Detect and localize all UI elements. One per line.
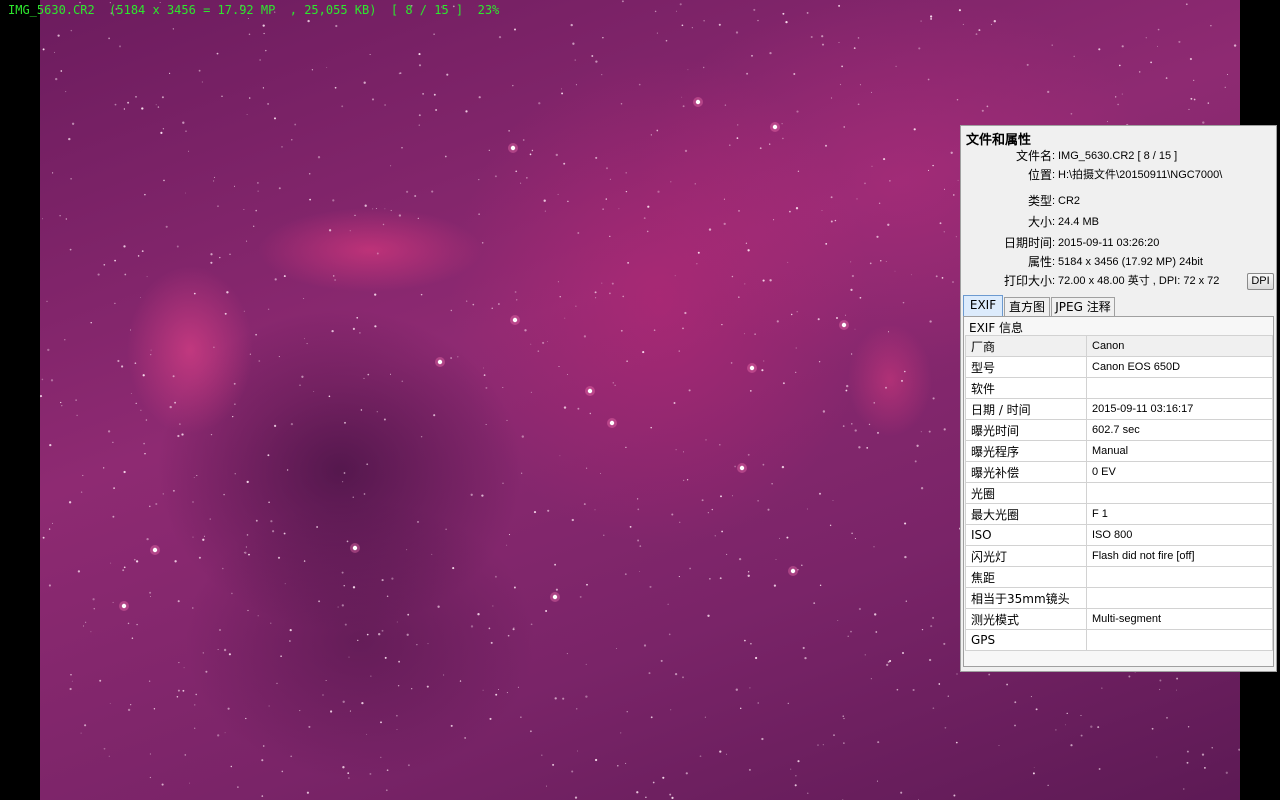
exif-value: Multi-segment xyxy=(1086,608,1273,630)
exif-value: 602.7 sec xyxy=(1086,419,1273,441)
exif-row[interactable]: 相当于35mm镜头 xyxy=(965,587,1273,609)
exif-row[interactable]: GPS xyxy=(965,629,1273,651)
exif-value: ISO 800 xyxy=(1086,524,1273,546)
prop-size: 大小 : 24.4 MB xyxy=(1027,215,1099,229)
prop-value: 72.00 x 48.00 英寸 , DPI: 72 x 72 xyxy=(1058,275,1220,287)
prop-label: 打印大小 xyxy=(1003,274,1052,288)
tab-jpeg-comment[interactable]: JPEG 注释 xyxy=(1051,297,1115,316)
exif-key: 相当于35mm镜头 xyxy=(965,587,1087,609)
exif-row[interactable]: 最大光圈 F 1 xyxy=(965,503,1273,525)
exif-key: 软件 xyxy=(965,377,1087,399)
exif-header: EXIF 信息 xyxy=(969,321,1024,335)
exif-value xyxy=(1086,629,1273,651)
prop-value: 2015-09-11 03:26:20 xyxy=(1058,237,1160,249)
exif-value xyxy=(1086,482,1273,504)
prop-type: 类型 : CR2 xyxy=(1027,194,1081,208)
exif-key: 曝光时间 xyxy=(965,419,1087,441)
prop-label: 文件名 xyxy=(1015,149,1052,163)
prop-value: H:\拍摄文件\20150911\NGC7000\ xyxy=(1058,169,1223,181)
exif-value xyxy=(1086,587,1273,609)
exif-value: Canon xyxy=(1086,335,1273,357)
exif-row[interactable]: 软件 xyxy=(965,377,1273,399)
exif-row[interactable]: 曝光补偿 0 EV xyxy=(965,461,1273,483)
prop-label: 大小 xyxy=(1027,215,1052,229)
prop-label: 类型 xyxy=(1027,194,1052,208)
exif-tab-content: EXIF 信息 厂商 Canon 型号 Canon EOS 650D 软件 日期 / 时间… xyxy=(963,316,1274,667)
exif-key: ISO xyxy=(965,524,1087,546)
exif-row[interactable]: 闪光灯 Flash did not fire [off] xyxy=(965,545,1273,567)
prop-filename: 文件名 : IMG_5630.CR2 [ 8 / 15 ] xyxy=(1015,149,1178,163)
exif-key: 曝光程序 xyxy=(965,440,1087,462)
prop-value: 5184 x 3456 (17.92 MP) 24bit xyxy=(1058,256,1203,268)
exif-value: Manual xyxy=(1086,440,1273,462)
exif-value: 0 EV xyxy=(1086,461,1273,483)
prop-value: 24.4 MB xyxy=(1058,216,1099,228)
file-properties-panel: 文件和属性 文件名 : IMG_5630.CR2 [ 8 / 15 ] 位置 :… xyxy=(960,125,1277,672)
exif-row[interactable]: 厂商 Canon xyxy=(965,335,1273,357)
tab-exif[interactable]: EXIF xyxy=(963,295,1003,316)
exif-value: F 1 xyxy=(1086,503,1273,525)
exif-key: 日期 / 时间 xyxy=(965,398,1087,420)
exif-key: 厂商 xyxy=(965,335,1087,357)
tab-histogram[interactable]: 直方图 xyxy=(1004,297,1050,316)
exif-key: 光圈 xyxy=(965,482,1087,504)
prop-value: IMG_5630.CR2 [ 8 / 15 ] xyxy=(1058,150,1178,162)
exif-row[interactable]: 测光模式 Multi-segment xyxy=(965,608,1273,630)
exif-value: Flash did not fire [off] xyxy=(1086,545,1273,567)
exif-table: 厂商 Canon 型号 Canon EOS 650D 软件 日期 / 时间 2015-09-… xyxy=(965,335,1273,651)
exif-key: 闪光灯 xyxy=(965,545,1087,567)
exif-key: 最大光圈 xyxy=(965,503,1087,525)
exif-row[interactable]: 焦距 xyxy=(965,566,1273,588)
exif-value: Canon EOS 650D xyxy=(1086,356,1273,378)
exif-row[interactable]: 光圈 xyxy=(965,482,1273,504)
prop-datetime: 日期时间 : 2015-09-11 03:26:20 xyxy=(1003,236,1160,250)
prop-print-size: 打印大小 : 72.00 x 48.00 英寸 , DPI: 72 x 72 xyxy=(1003,274,1220,288)
image-info-title: IMG_5630.CR2 (5184 x 3456 = 17.92 MP , 2… xyxy=(8,3,500,17)
exif-row[interactable]: ISO ISO 800 xyxy=(965,524,1273,546)
exif-value xyxy=(1086,377,1273,399)
exif-key: 测光模式 xyxy=(965,608,1087,630)
exif-value xyxy=(1086,566,1273,588)
panel-title: 文件和属性 xyxy=(966,133,1032,148)
prop-label: 属性 xyxy=(1027,255,1052,269)
prop-attributes: 属性 : 5184 x 3456 (17.92 MP) 24bit xyxy=(1027,255,1203,269)
exif-row[interactable]: 曝光程序 Manual xyxy=(965,440,1273,462)
exif-key: 曝光补偿 xyxy=(965,461,1087,483)
exif-row[interactable]: 曝光时间 602.7 sec xyxy=(965,419,1273,441)
exif-key: 型号 xyxy=(965,356,1087,378)
dpi-button[interactable]: DPI xyxy=(1247,273,1274,290)
exif-value: 2015-09-11 03:16:17 xyxy=(1086,398,1273,420)
exif-row[interactable]: 型号 Canon EOS 650D xyxy=(965,356,1273,378)
prop-label: 位置 xyxy=(1027,168,1052,182)
exif-row[interactable]: 日期 / 时间 2015-09-11 03:16:17 xyxy=(965,398,1273,420)
exif-key: 焦距 xyxy=(965,566,1087,588)
exif-key: GPS xyxy=(965,629,1087,651)
prop-location: 位置 : H:\拍摄文件\20150911\NGC7000\ xyxy=(1027,168,1223,182)
prop-label: 日期时间 xyxy=(1003,236,1052,250)
prop-value: CR2 xyxy=(1058,195,1081,207)
